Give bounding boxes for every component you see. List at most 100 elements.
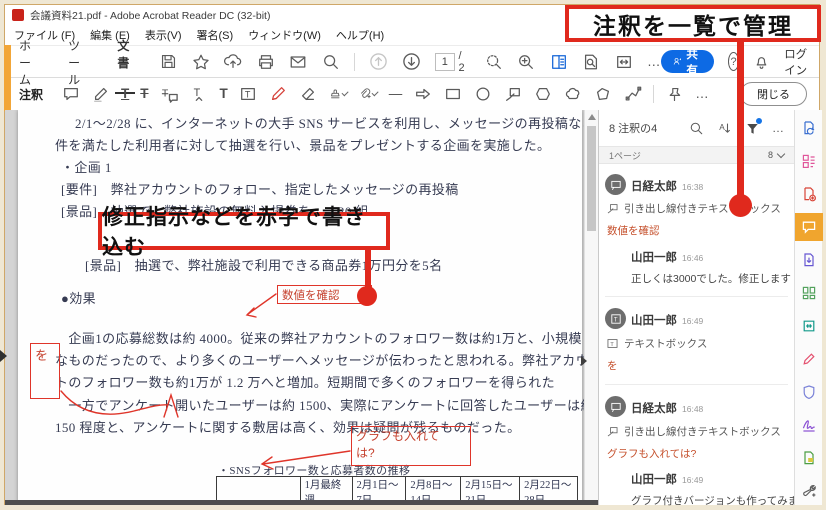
organize-pages-icon[interactable] xyxy=(795,279,823,307)
menu-view[interactable]: 表示(V) xyxy=(145,27,182,43)
scrollbar-thumb[interactable] xyxy=(587,126,596,231)
connected-lines-icon[interactable] xyxy=(623,85,642,104)
create-organize-icon[interactable] xyxy=(795,147,823,175)
more-tools-icon[interactable]: … xyxy=(647,55,661,69)
eraser-icon[interactable] xyxy=(299,85,318,104)
protect-shield-icon[interactable] xyxy=(795,378,823,406)
pin-tool-icon[interactable] xyxy=(665,85,684,104)
reply-text: グラフ付きバージョンも作ってみます xyxy=(631,493,809,508)
reply-author[interactable]: 山田一郎16:49 xyxy=(631,471,703,487)
filter-active-dot xyxy=(756,118,762,124)
comment-options-icon[interactable]: … xyxy=(772,122,784,134)
polygon-tool-icon[interactable] xyxy=(533,85,552,104)
comments-panel: 8 注釈の4 A … 1ページ 8 日経太郎16:38 引き出し線付きテキストボ… xyxy=(598,110,794,505)
add-text-icon[interactable]: T xyxy=(220,87,228,101)
menu-window[interactable]: ウィンドウ(W) xyxy=(248,27,321,43)
comment-content[interactable]: グラフも入れては? xyxy=(607,446,696,461)
filter-comments-icon[interactable] xyxy=(744,120,760,136)
text-box-icon[interactable]: T xyxy=(239,85,258,104)
signature-icon[interactable] xyxy=(795,411,823,439)
oval-tool-icon[interactable] xyxy=(473,85,492,104)
left-panel-toggle-arrow[interactable] xyxy=(0,350,7,362)
marquee-zoom-icon[interactable] xyxy=(484,52,503,71)
create-pdf-icon[interactable] xyxy=(795,180,823,208)
comment-content[interactable]: を xyxy=(607,358,618,373)
comment-type: Tテキストボックス xyxy=(606,336,707,351)
underline-text-icon[interactable]: T xyxy=(121,87,129,101)
page-group-count: 8 xyxy=(768,150,773,160)
line-tool-icon[interactable]: — xyxy=(389,87,403,101)
fit-width-icon[interactable] xyxy=(615,52,634,71)
insert-text-icon[interactable]: T xyxy=(190,85,209,104)
rectangle-tool-icon[interactable] xyxy=(443,85,462,104)
annotation-insert-wo[interactable]: を xyxy=(30,343,60,399)
toolbar-separator xyxy=(653,85,654,103)
comment-type: 引き出し線付きテキストボックス xyxy=(606,201,781,216)
sort-comments-icon[interactable]: A xyxy=(716,120,732,136)
fill-sign-pencil-icon[interactable] xyxy=(795,345,823,373)
comment-time: 16:48 xyxy=(682,404,703,414)
avatar xyxy=(605,174,626,195)
comment-content[interactable]: 数値を確認 xyxy=(607,223,660,238)
svg-text:T: T xyxy=(610,342,614,348)
annotation-add-graph[interactable]: グラフも入れて は? xyxy=(351,426,471,466)
send-comments-icon[interactable] xyxy=(795,444,823,472)
export-pdf-icon[interactable] xyxy=(795,114,823,142)
page-search-icon[interactable] xyxy=(582,52,601,71)
collapse-chevron-icon[interactable] xyxy=(777,150,785,158)
attach-file-icon[interactable] xyxy=(359,85,378,104)
compress-pdf-icon[interactable] xyxy=(795,312,823,340)
left-edge-accent xyxy=(4,45,11,111)
cloud-tool-icon[interactable] xyxy=(563,85,582,104)
login-button[interactable]: ログイン xyxy=(784,46,809,78)
stamp-icon[interactable] xyxy=(329,85,348,104)
draw-icon[interactable] xyxy=(269,85,288,104)
replace-text-icon[interactable]: T xyxy=(160,85,179,104)
zoom-in-icon[interactable] xyxy=(517,52,536,71)
comments-tool-icon[interactable] xyxy=(795,213,823,241)
callout-connector-dot xyxy=(357,286,377,306)
save-icon[interactable] xyxy=(159,52,178,71)
sticky-note-icon[interactable] xyxy=(61,85,80,104)
upload-cloud-icon[interactable] xyxy=(224,52,243,71)
menu-sign[interactable]: 署名(S) xyxy=(197,27,234,43)
reply-time: 16:46 xyxy=(682,253,703,263)
freeform-polygon-icon[interactable] xyxy=(593,85,612,104)
arrow-tool-icon[interactable] xyxy=(413,85,432,104)
next-page-icon[interactable] xyxy=(402,52,421,71)
comment-author[interactable]: 日経太郎16:38 xyxy=(631,178,703,194)
strikethrough-text-icon[interactable]: T xyxy=(140,87,148,101)
divider xyxy=(605,296,788,297)
bell-icon[interactable] xyxy=(753,52,770,71)
toolbar-separator xyxy=(354,53,355,71)
star-icon[interactable] xyxy=(191,52,210,71)
combine-files-icon[interactable] xyxy=(795,246,823,274)
comment-toolbar: 注釈 T T T T T T — xyxy=(5,78,819,111)
close-comment-toolbar-button[interactable]: 閉じる xyxy=(740,82,807,106)
more-comment-tools-icon[interactable]: … xyxy=(695,87,709,101)
reply-author[interactable]: 山田一郎16:46 xyxy=(631,249,703,265)
comment-search-icon[interactable] xyxy=(688,120,704,136)
scroll-up-icon[interactable] xyxy=(588,114,596,120)
vertical-scrollbar[interactable] xyxy=(584,110,598,505)
comment-time: 16:38 xyxy=(682,182,703,192)
prev-page-icon[interactable] xyxy=(369,52,388,71)
text-callout-icon[interactable] xyxy=(503,85,522,104)
menu-help[interactable]: ヘルプ(H) xyxy=(336,27,384,43)
highlight-icon[interactable] xyxy=(91,85,110,104)
comment-author[interactable]: 日経太郎16:48 xyxy=(631,400,703,416)
red-ink-annotations xyxy=(18,110,582,505)
mail-icon[interactable] xyxy=(289,52,308,71)
search-icon[interactable] xyxy=(322,52,341,71)
comment-author[interactable]: 山田一郎16:49 xyxy=(631,312,703,328)
textbox-type-icon: T xyxy=(606,337,619,350)
share-button[interactable]: 共有 xyxy=(661,50,715,73)
print-icon[interactable] xyxy=(257,52,276,71)
page-indicator: 1 / 2 xyxy=(435,50,470,74)
page-group-bar[interactable]: 1ページ 8 xyxy=(599,146,794,164)
more-tools-wrench-icon[interactable] xyxy=(795,477,823,505)
page-display-icon[interactable] xyxy=(549,52,568,71)
callout-top-connector-line xyxy=(737,40,744,198)
svg-text:T: T xyxy=(161,88,168,99)
page-number-input[interactable]: 1 xyxy=(435,53,454,71)
